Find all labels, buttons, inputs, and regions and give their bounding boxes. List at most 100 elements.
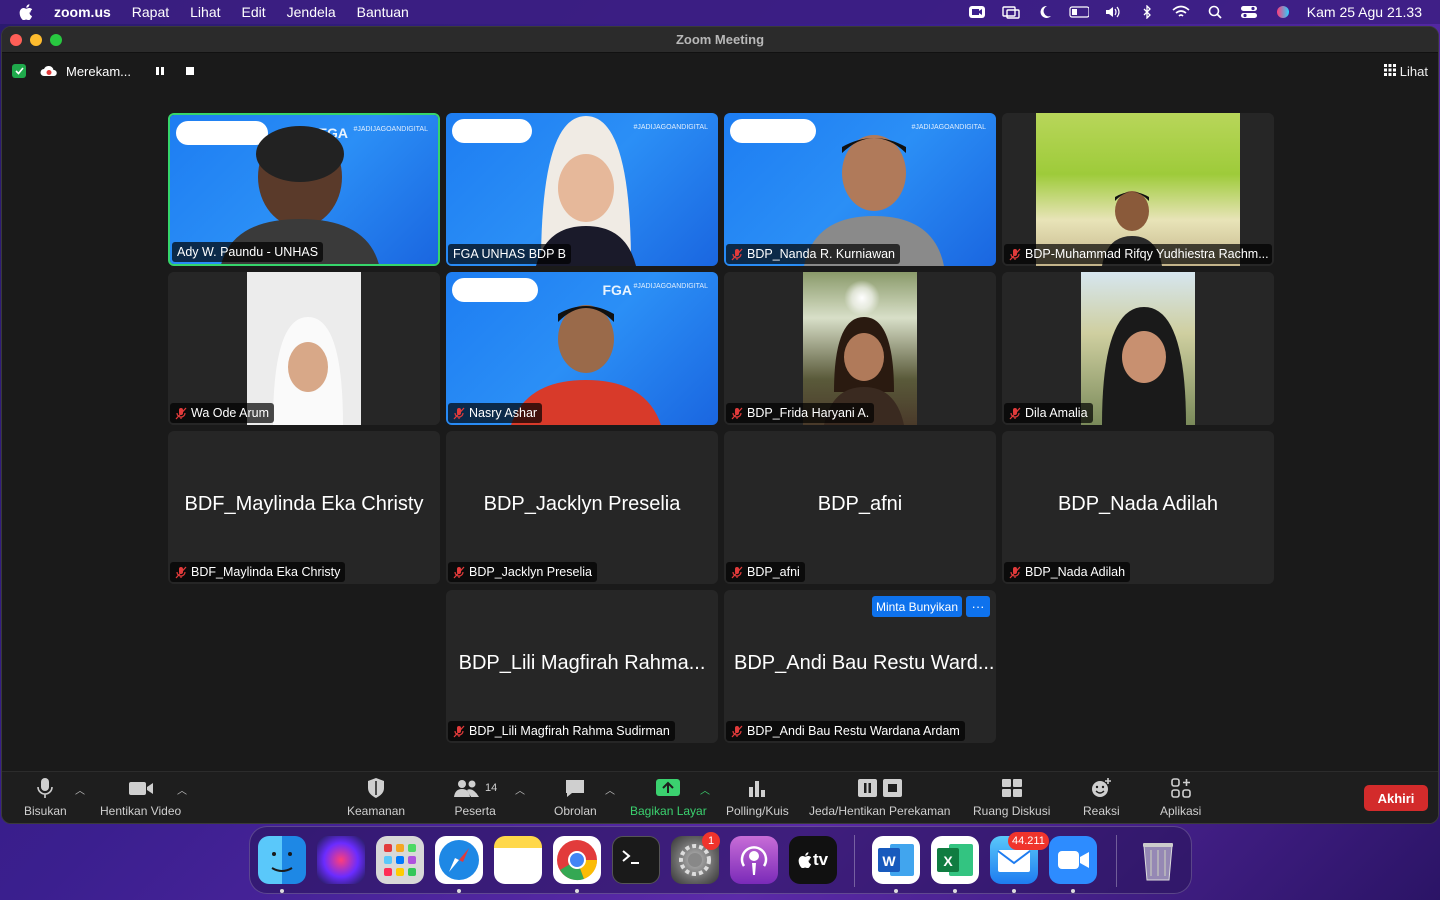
chrome-icon[interactable] [553, 836, 601, 884]
svg-text:W: W [882, 853, 896, 869]
apple-tv-icon[interactable]: tv [789, 836, 837, 884]
screen-mirror-icon[interactable] [1001, 4, 1021, 20]
notes-icon[interactable] [494, 836, 542, 884]
reactions-button[interactable]: Reaksi [1083, 776, 1120, 818]
chat-button[interactable]: Obrolan [554, 776, 597, 818]
participant-display-name: BDP_afni [817, 493, 903, 515]
stop-video-button[interactable]: Hentikan Video [100, 776, 181, 818]
volume-icon[interactable] [1103, 4, 1123, 20]
polls-button[interactable]: Polling/Kuis [726, 776, 789, 818]
muted-mic-icon [453, 407, 465, 419]
menu-bantuan[interactable]: Bantuan [357, 4, 409, 20]
participant-name-tag: BDP_Nanda R. Kurniawan [726, 244, 900, 264]
participant-tile[interactable]: #JADIJAGOANDIGITAL FGA UNHAS BDP B [446, 113, 718, 266]
participant-tile[interactable]: BDP_Jacklyn Preselia BDP_Jacklyn Preseli… [446, 431, 718, 584]
share-options-chevron-icon[interactable]: ︿ [700, 782, 710, 797]
view-button[interactable]: Lihat [1383, 63, 1428, 79]
menu-edit[interactable]: Edit [242, 4, 266, 20]
participant-name-tag: BDP_Lili Magfirah Rahma Sudirman [448, 721, 675, 741]
participant-tile[interactable]: #JADIJAGOANDIGITAL BDP_Nanda R. Kurniawa… [724, 113, 996, 266]
participants-button[interactable]: 14 Peserta [453, 776, 497, 818]
close-window-button[interactable] [10, 33, 22, 46]
control-center-icon[interactable] [1239, 4, 1259, 20]
participant-tile[interactable]: FGA #JADIJAGOANDIGITAL Ady W. Paundu - U… [168, 113, 440, 266]
spotlight-search-icon[interactable] [1205, 4, 1225, 20]
encryption-shield-icon[interactable] [12, 64, 26, 78]
finder-icon[interactable] [258, 836, 306, 884]
settings-badge: 1 [702, 832, 720, 850]
security-button[interactable]: Keamanan [347, 776, 405, 818]
muted-mic-icon [175, 407, 187, 419]
macos-menubar: zoom.us Rapat Lihat Edit Jendela Bantuan… [0, 0, 1440, 24]
participant-display-name: BDP_Jacklyn Preselia [483, 493, 681, 515]
ask-to-unmute-button[interactable]: Minta Bunyikan [871, 596, 962, 617]
participant-tile[interactable]: Minta Bunyikan ··· BDP_Andi Bau Restu Wa… [724, 590, 996, 743]
podcasts-icon[interactable] [730, 836, 778, 884]
smiley-plus-icon [1090, 776, 1112, 800]
trash-icon[interactable] [1134, 836, 1182, 884]
menu-jendela[interactable]: Jendela [287, 4, 336, 20]
apps-button[interactable]: Aplikasi [1160, 776, 1201, 818]
mute-button[interactable]: Bisukan [24, 776, 67, 818]
share-screen-button[interactable]: Bagikan Layar [630, 776, 707, 818]
muted-mic-icon [453, 566, 465, 578]
end-meeting-button[interactable]: Akhiri [1364, 785, 1428, 811]
clock[interactable]: Kam 25 Agu 21.33 [1307, 4, 1422, 20]
breakout-rooms-button[interactable]: Ruang Diskusi [973, 776, 1050, 818]
menu-lihat[interactable]: Lihat [190, 4, 220, 20]
zoom-app-icon[interactable] [1049, 836, 1097, 884]
safari-icon[interactable] [435, 836, 483, 884]
pause-stop-icon [857, 776, 903, 800]
participant-tile[interactable]: BDF_Maylinda Eka Christy BDF_Maylinda Ek… [168, 431, 440, 584]
participants-count: 14 [485, 782, 498, 794]
excel-icon[interactable]: X [931, 836, 979, 884]
fullscreen-window-button[interactable] [50, 33, 62, 46]
pause-recording-icon[interactable] [149, 62, 171, 80]
participant-tile[interactable]: BDP_afni BDP_afni [724, 431, 996, 584]
battery-icon[interactable] [1069, 4, 1089, 20]
video-options-chevron-icon[interactable]: ︿ [177, 782, 187, 797]
bluetooth-icon[interactable] [1137, 4, 1157, 20]
menu-rapat[interactable]: Rapat [132, 4, 169, 20]
participant-name-tag: BDP_Nada Adilah [1004, 562, 1131, 582]
wifi-icon[interactable] [1171, 4, 1191, 20]
muted-mic-icon [175, 566, 187, 578]
participants-chevron-icon[interactable]: ︿ [515, 782, 525, 797]
launchpad-icon[interactable] [376, 836, 424, 884]
pause-stop-recording-button[interactable]: Jeda/Hentikan Perekaman [809, 776, 950, 818]
participant-tile[interactable]: Wa Ode Arum [168, 272, 440, 425]
participant-name-tag: BDP_afni [726, 562, 805, 582]
muted-mic-icon [731, 566, 743, 578]
participant-tile[interactable]: BDP-Muhammad Rifqy Yudhiestra Rachm... [1002, 113, 1274, 266]
audio-options-chevron-icon[interactable]: ︿ [75, 782, 85, 797]
participant-tile[interactable]: BDP_Frida Haryani A. [724, 272, 996, 425]
muted-mic-icon [731, 725, 743, 737]
participant-name-tag: Wa Ode Arum [170, 403, 275, 423]
chat-chevron-icon[interactable]: ︿ [605, 782, 615, 797]
word-icon[interactable]: W [872, 836, 920, 884]
zoom-status-icon[interactable] [967, 4, 987, 20]
siri-icon[interactable] [1273, 4, 1293, 20]
app-menu-zoom[interactable]: zoom.us [54, 4, 111, 20]
more-options-button[interactable]: ··· [966, 596, 990, 617]
participant-tile[interactable]: Dila Amalia [1002, 272, 1274, 425]
participant-tile[interactable]: BDP_Lili Magfirah Rahma... BDP_Lili Magf… [446, 590, 718, 743]
participant-name-tag: BDP_Andi Bau Restu Wardana Ardam [726, 721, 965, 741]
participant-name-tag: BDF_Maylinda Eka Christy [170, 562, 346, 582]
terminal-icon[interactable] [612, 836, 660, 884]
svg-text:X: X [943, 853, 953, 869]
share-screen-icon [655, 776, 681, 800]
stop-recording-icon[interactable] [179, 62, 201, 80]
siri-app-icon[interactable] [317, 836, 365, 884]
cloud-recording-icon [40, 65, 58, 77]
recording-label: Merekam... [66, 63, 132, 79]
participant-name-tag: FGA UNHAS BDP B [448, 244, 571, 264]
muted-mic-icon [731, 248, 743, 260]
participant-tile[interactable]: BDP_Nada Adilah BDP_Nada Adilah [1002, 431, 1274, 584]
breakout-grid-icon [1001, 776, 1023, 800]
minimize-window-button[interactable] [30, 33, 42, 46]
focus-moon-icon[interactable] [1035, 4, 1055, 20]
participant-tile[interactable]: FGA #JADIJAGOANDIGITAL Nasry Ashar [446, 272, 718, 425]
window-titlebar: Zoom Meeting [2, 27, 1438, 53]
apple-icon[interactable] [18, 4, 34, 20]
